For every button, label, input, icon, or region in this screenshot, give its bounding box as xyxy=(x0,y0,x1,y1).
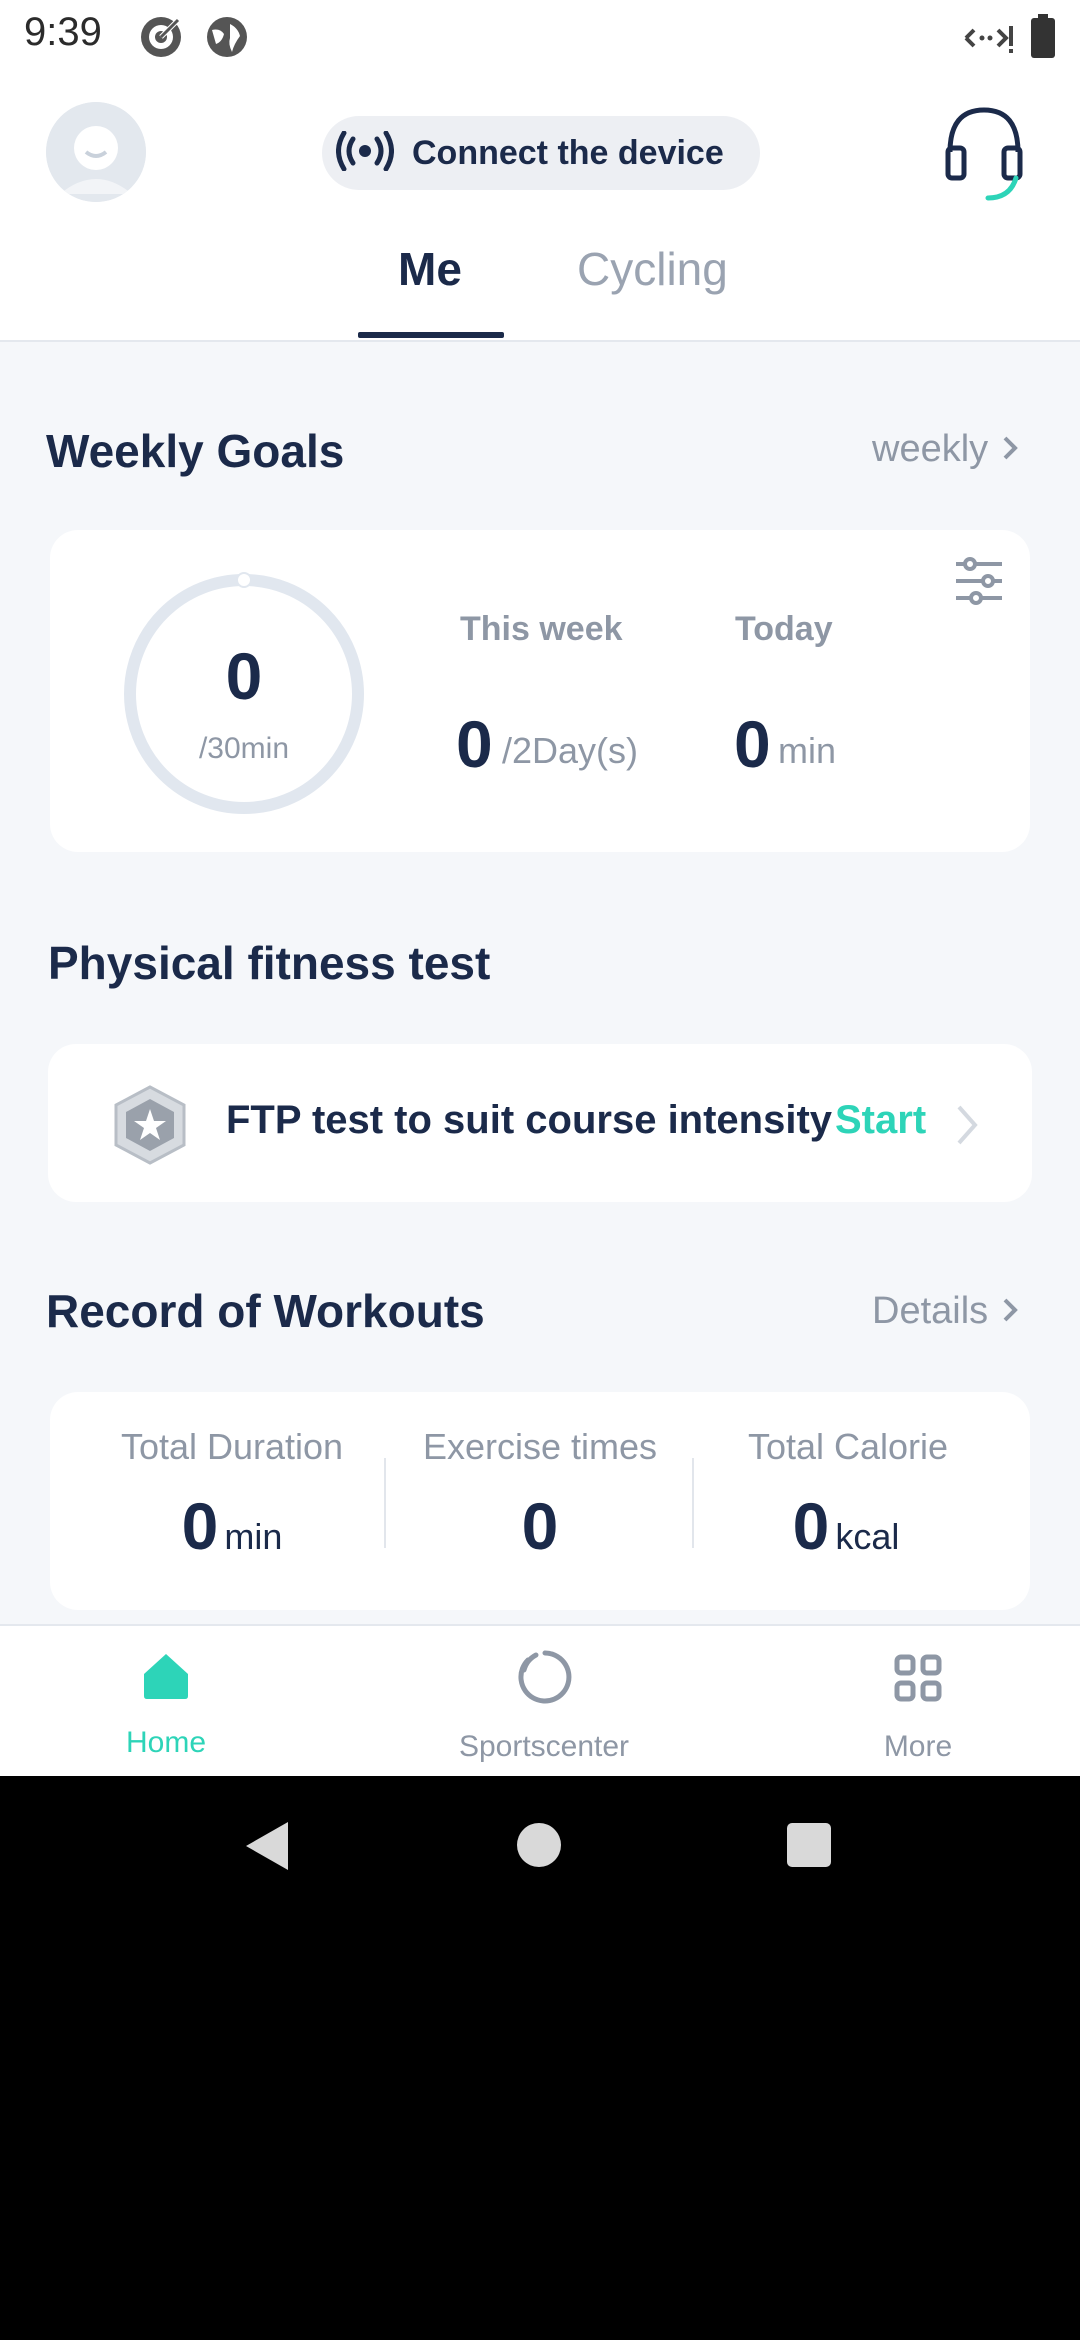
sportscenter-icon xyxy=(518,1650,572,1704)
exercise-times-number: 0 xyxy=(521,1489,559,1563)
this-week-value: 0 xyxy=(456,707,493,781)
details-link[interactable]: Details xyxy=(872,1290,1018,1333)
app-screen: 9:39 Connect the device Me Cycling Weekl… xyxy=(0,0,1080,1776)
nav-sportscenter[interactable]: Sportscenter xyxy=(394,1626,694,1776)
chevron-right-icon xyxy=(1002,428,1018,471)
headset-icon[interactable] xyxy=(944,104,1024,209)
settings-sliders-icon[interactable] xyxy=(954,556,1004,611)
connect-device-label: Connect the device xyxy=(412,133,724,172)
avatar[interactable] xyxy=(46,102,146,202)
weekly-goals-title: Weekly Goals xyxy=(46,425,345,477)
home-icon xyxy=(144,1654,188,1699)
nav-home[interactable]: Home xyxy=(16,1626,316,1776)
ring-value: 0 xyxy=(225,639,263,713)
nav-more[interactable]: More xyxy=(768,1626,1068,1776)
nav-more-label: More xyxy=(883,1730,953,1763)
exercise-times-value: 0 xyxy=(390,1488,690,1564)
back-icon[interactable] xyxy=(244,1820,290,1872)
total-duration-label: Total Duration xyxy=(120,1426,344,1467)
stat-divider xyxy=(384,1458,386,1548)
grid-icon xyxy=(894,1654,942,1702)
star-badge-icon xyxy=(112,1085,188,1170)
this-week-unit: /2Day(s) xyxy=(502,730,639,771)
connect-device-button[interactable]: Connect the device xyxy=(322,116,760,190)
tab-me[interactable]: Me xyxy=(398,242,462,296)
total-duration-unit: min xyxy=(224,1516,283,1557)
total-duration-number: 0 xyxy=(181,1489,219,1563)
exercise-times-label: Exercise times xyxy=(422,1426,658,1467)
nav-home-label: Home xyxy=(125,1726,207,1759)
active-tab-indicator xyxy=(358,332,504,338)
today-unit: min xyxy=(778,730,837,771)
fitness-test-title: Physical fitness test xyxy=(48,937,491,989)
stat-divider xyxy=(692,1458,694,1548)
status-bar: 9:39 xyxy=(0,0,1080,72)
data-saver-icon xyxy=(962,20,1014,61)
this-week-label: This week xyxy=(460,610,623,648)
status-time: 9:39 xyxy=(24,10,102,54)
user-avatar-icon xyxy=(46,102,146,202)
ring-target: /30min xyxy=(198,732,290,765)
broadcast-icon xyxy=(336,130,394,176)
weekly-link-label: weekly xyxy=(872,428,989,470)
ftp-start-link[interactable]: Start xyxy=(835,1098,926,1143)
weekly-goals-card[interactable]: 0 /30min This week 0 /2Day(s) Today 0 mi… xyxy=(50,530,1030,852)
battery-icon xyxy=(1030,14,1056,63)
total-calorie-label: Total Calorie xyxy=(747,1426,949,1467)
total-calorie-value: 0 kcal xyxy=(696,1488,996,1564)
chevron-right-icon xyxy=(956,1104,978,1151)
globe-icon xyxy=(204,14,250,65)
bottom-nav: Home Sportscenter More xyxy=(0,1624,1080,1776)
workouts-title: Record of Workouts xyxy=(46,1285,485,1337)
recents-icon[interactable] xyxy=(786,1822,832,1868)
chevron-right-icon xyxy=(1002,1290,1018,1333)
ftp-test-text: FTP test to suit course intensity xyxy=(226,1098,833,1142)
app-header: Connect the device Me Cycling xyxy=(0,72,1080,342)
total-duration-value: 0 min xyxy=(82,1488,382,1564)
total-calorie-number: 0 xyxy=(792,1489,830,1563)
total-calorie-unit: kcal xyxy=(835,1516,900,1557)
today-label: Today xyxy=(735,610,833,648)
tab-cycling[interactable]: Cycling xyxy=(577,242,728,296)
weekly-link[interactable]: weekly xyxy=(872,428,1018,471)
details-link-label: Details xyxy=(872,1290,989,1332)
target-icon xyxy=(138,14,184,65)
today-value: 0 xyxy=(734,707,771,781)
home-circle-icon[interactable] xyxy=(516,1822,562,1868)
system-nav-bar xyxy=(0,1776,1080,1916)
nav-sportscenter-label: Sportscenter xyxy=(458,1730,630,1763)
